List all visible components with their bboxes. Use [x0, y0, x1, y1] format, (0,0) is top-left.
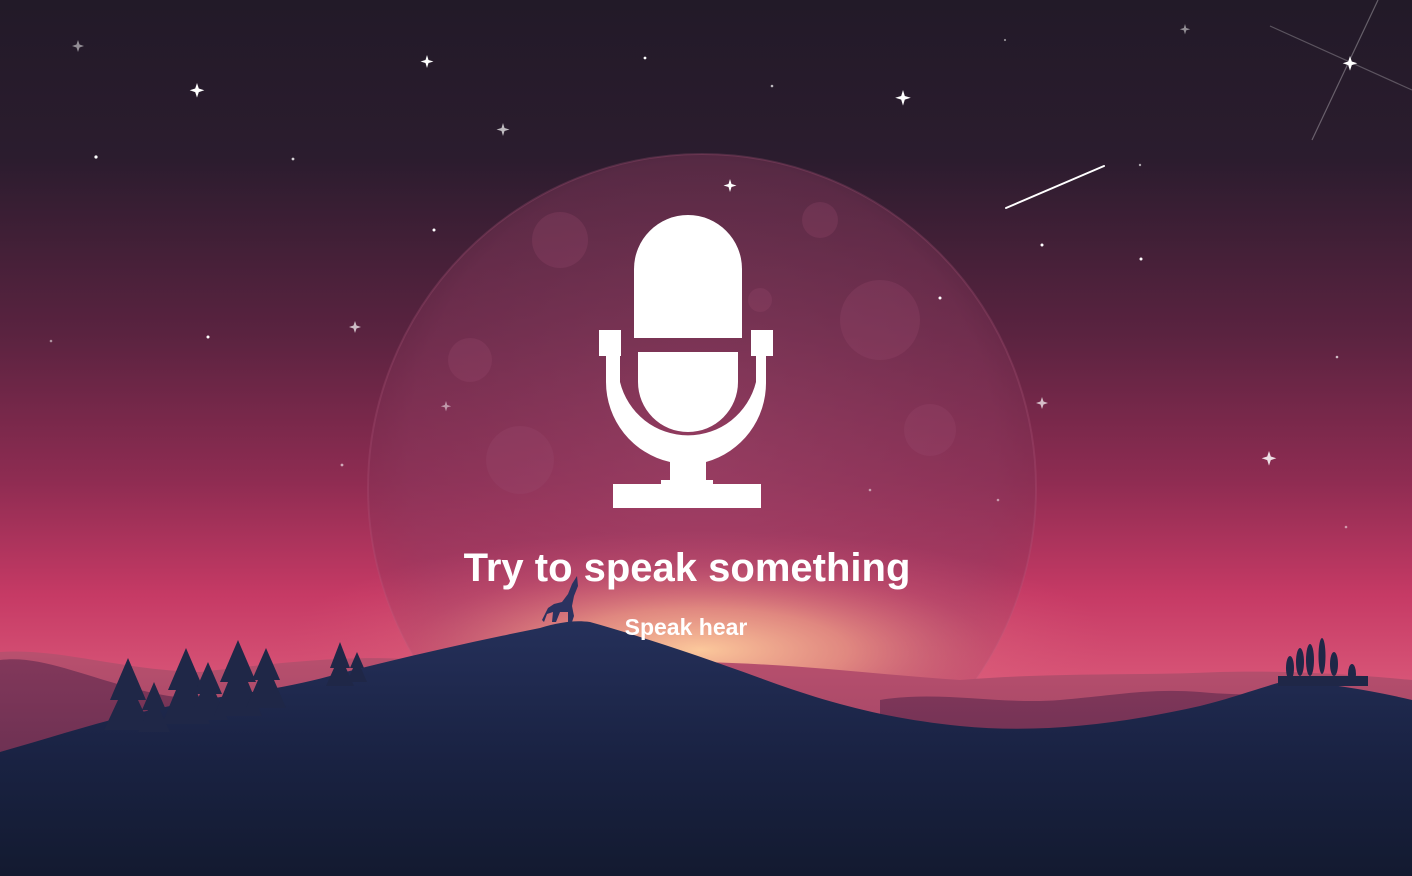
speech-output-text: Speak hear [624, 614, 748, 640]
voice-recognition-screen: Try to speak something Speak hear [0, 0, 1412, 876]
speech-prompt: Try to speak something [463, 546, 911, 590]
microphone-button[interactable] [595, 212, 777, 512]
microphone-icon [599, 215, 773, 508]
